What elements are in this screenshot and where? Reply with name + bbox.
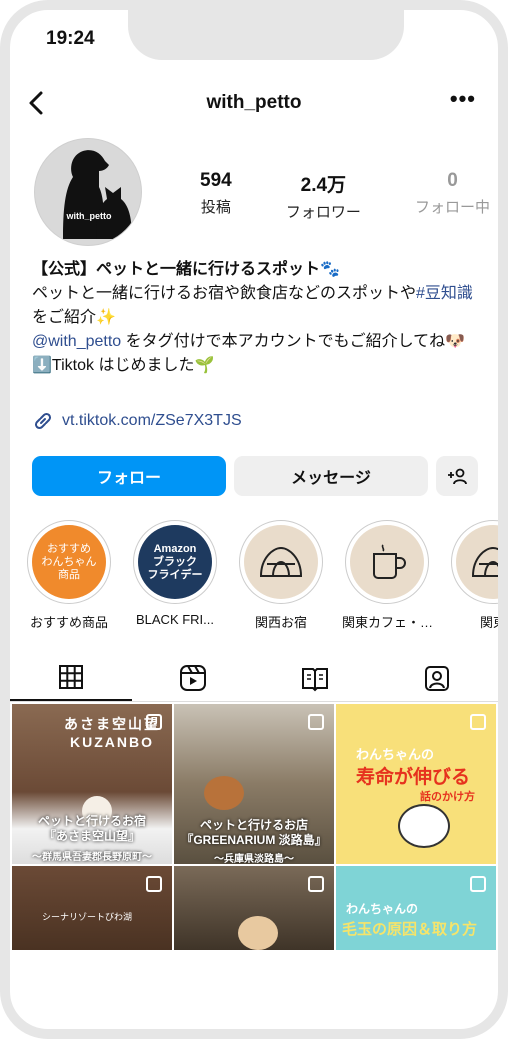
carousel-icon [308, 714, 324, 730]
profile-tabs [10, 654, 498, 702]
post-tile[interactable]: わんちゃんの 毛玉の原因＆取り方 [336, 866, 496, 950]
tab-reels[interactable] [132, 654, 254, 701]
highlight-recommended-cover: おすすめ わんちゃん 商品 [32, 525, 106, 599]
highlight-recommended-cover-text: おすすめ わんちゃん 商品 [41, 542, 97, 581]
bio-line-1-end: をご紹介✨ [32, 309, 116, 326]
link-icon [34, 412, 52, 430]
post-title: わんちゃんの [356, 747, 435, 762]
carousel-icon [146, 876, 162, 892]
profile-actions: フォロー メッセージ [32, 456, 478, 496]
profile-link[interactable]: vt.tiktok.com/ZSe7X3TJS [32, 410, 242, 432]
guide-book-icon [302, 667, 328, 691]
dog-cat-silhouette-icon [63, 150, 132, 239]
stat-posts[interactable]: 594 投稿 [200, 170, 232, 222]
highlight-label: BLACK FRI... [135, 612, 215, 627]
post-tile[interactable]: シーナリゾートびわ湖 [12, 866, 172, 950]
phone-frame: 19:24 with_petto ••• with_petto 594 投稿 2… [0, 0, 508, 1039]
add-user-icon [448, 468, 467, 485]
highlight-black-friday[interactable]: Amazon ブラック フライデー BLACK FRI... [130, 520, 220, 627]
stat-followers[interactable]: 2.4万 フォロワー [286, 170, 361, 222]
profile-stats: 594 投稿 2.4万 フォロワー 0 フォロー中 [200, 170, 490, 222]
stat-posts-number: 594 [200, 170, 232, 191]
post-tile[interactable] [174, 866, 334, 950]
post-subtitle: 〜群馬県吾妻郡長野原町〜 [32, 852, 152, 863]
highlight-label: おすすめ商品 [29, 615, 108, 630]
bio-line-1-text: ペットと一緒に行けるお宿や飲食店などのスポットや [32, 285, 417, 302]
post-tile[interactable]: わんちゃんの 寿命が伸びる 話のかけ方 [336, 704, 496, 864]
bio-hashtag[interactable]: #豆知識 [416, 285, 473, 302]
story-highlights: おすすめ わんちゃん 商品 おすすめ商品 Amazon ブラック フライデー B… [10, 520, 498, 640]
bio-line-2-text: をタグ付けで本アカウントでもご紹介してね🐶 [121, 333, 466, 350]
bio-line-1: ペットと一緒に行けるお宿や飲食店などのスポットや#豆知識 をご紹介✨ [32, 282, 482, 330]
message-button[interactable]: メッセージ [234, 456, 428, 496]
tab-grid[interactable] [10, 654, 132, 701]
tab-tagged[interactable] [376, 654, 498, 701]
tab-guides[interactable] [254, 654, 376, 701]
bio-line-3: ⬇️Tiktok はじめました🌱 [32, 357, 215, 374]
follow-button[interactable]: フォロー [32, 456, 226, 496]
bio-line-2: @with_petto をタグ付けで本アカウントでもご紹介してね🐶 [32, 330, 482, 354]
carousel-icon [308, 876, 324, 892]
top-bar: with_petto ••• [10, 80, 498, 130]
stat-following[interactable]: 0 フォロー中 [415, 170, 490, 222]
highlight-kanto-cafe[interactable]: 関東カフェ・… [342, 520, 432, 631]
more-options-icon[interactable]: ••• [450, 86, 476, 112]
highlight-black-friday-cover: Amazon ブラック フライデー [138, 525, 212, 599]
post-tile[interactable]: ペットと行けるお店 『GREENARIUM 淡路島』 〜兵庫県淡路島〜 [174, 704, 334, 864]
add-user-button[interactable] [436, 456, 478, 496]
stat-following-label: フォロー中 [414, 199, 490, 216]
post-highlight: 毛玉の原因＆取り方 [342, 921, 478, 938]
highlight-black-friday-cover-text: Amazon ブラック フライデー [147, 542, 203, 581]
tent-icon [471, 546, 498, 577]
profile-username: with_petto [206, 92, 302, 113]
post-title: シーナリゾートびわ湖 [42, 912, 133, 922]
carousel-icon [470, 714, 486, 730]
avatar[interactable]: with_petto [34, 138, 142, 246]
poodle-illustration [398, 804, 450, 848]
bio-mention[interactable]: @with_petto [32, 333, 121, 350]
profile-bio: 【公式】ペットと一緒に行けるスポット🐾 ペットと一緒に行けるお宿や飲食店などのス… [32, 258, 482, 378]
post-highlight: 寿命が伸びる [356, 767, 471, 788]
status-time: 19:24 [46, 28, 95, 49]
bio-name: 【公式】ペットと一緒に行けるスポット🐾 [32, 261, 340, 278]
highlight-kanto[interactable]: 関東 [448, 520, 498, 631]
highlight-recommended[interactable]: おすすめ わんちゃん 商品 おすすめ商品 [24, 520, 114, 631]
post-tile[interactable]: あさま空山望 KUZANBO ペットと行けるお宿 『あさま空山望』 〜群馬県吾妻… [12, 704, 172, 864]
post-title: ペットと行けるお宿 『あさま空山望』 [37, 814, 146, 843]
highlight-kansai-stay[interactable]: 関西お宿 [236, 520, 326, 631]
mug-icon [373, 544, 406, 579]
reels-icon [180, 664, 206, 691]
stat-followers-number: 2.4万 [300, 175, 347, 196]
carousel-icon [470, 876, 486, 892]
stat-following-number: 0 [447, 170, 458, 191]
post-subtitle: 話のかけ方 [420, 791, 475, 803]
highlight-label: 関東 [479, 615, 498, 630]
post-subtitle: 〜兵庫県淡路島〜 [214, 854, 294, 864]
tagged-person-icon [425, 665, 449, 691]
tent-icon [259, 546, 303, 577]
post-title: わんちゃんの [346, 902, 419, 916]
stat-posts-label: 投稿 [200, 199, 231, 216]
highlight-label: 関西お宿 [254, 615, 307, 630]
avatar-text: with_petto [66, 211, 112, 221]
grid-icon [59, 664, 83, 689]
notch [128, 10, 404, 60]
dog-image [204, 776, 244, 810]
post-title: ペットと行けるお店 『GREENARIUM 淡路島』 [181, 818, 327, 847]
profile-link-text: vt.tiktok.com/ZSe7X3TJS [62, 412, 242, 429]
stat-followers-label: フォロワー [285, 204, 361, 221]
dog-image [238, 916, 278, 950]
carousel-icon [146, 714, 162, 730]
posts-grid: あさま空山望 KUZANBO ペットと行けるお宿 『あさま空山望』 〜群馬県吾妻… [12, 704, 496, 950]
highlight-label: 関東カフェ・… [342, 615, 432, 630]
